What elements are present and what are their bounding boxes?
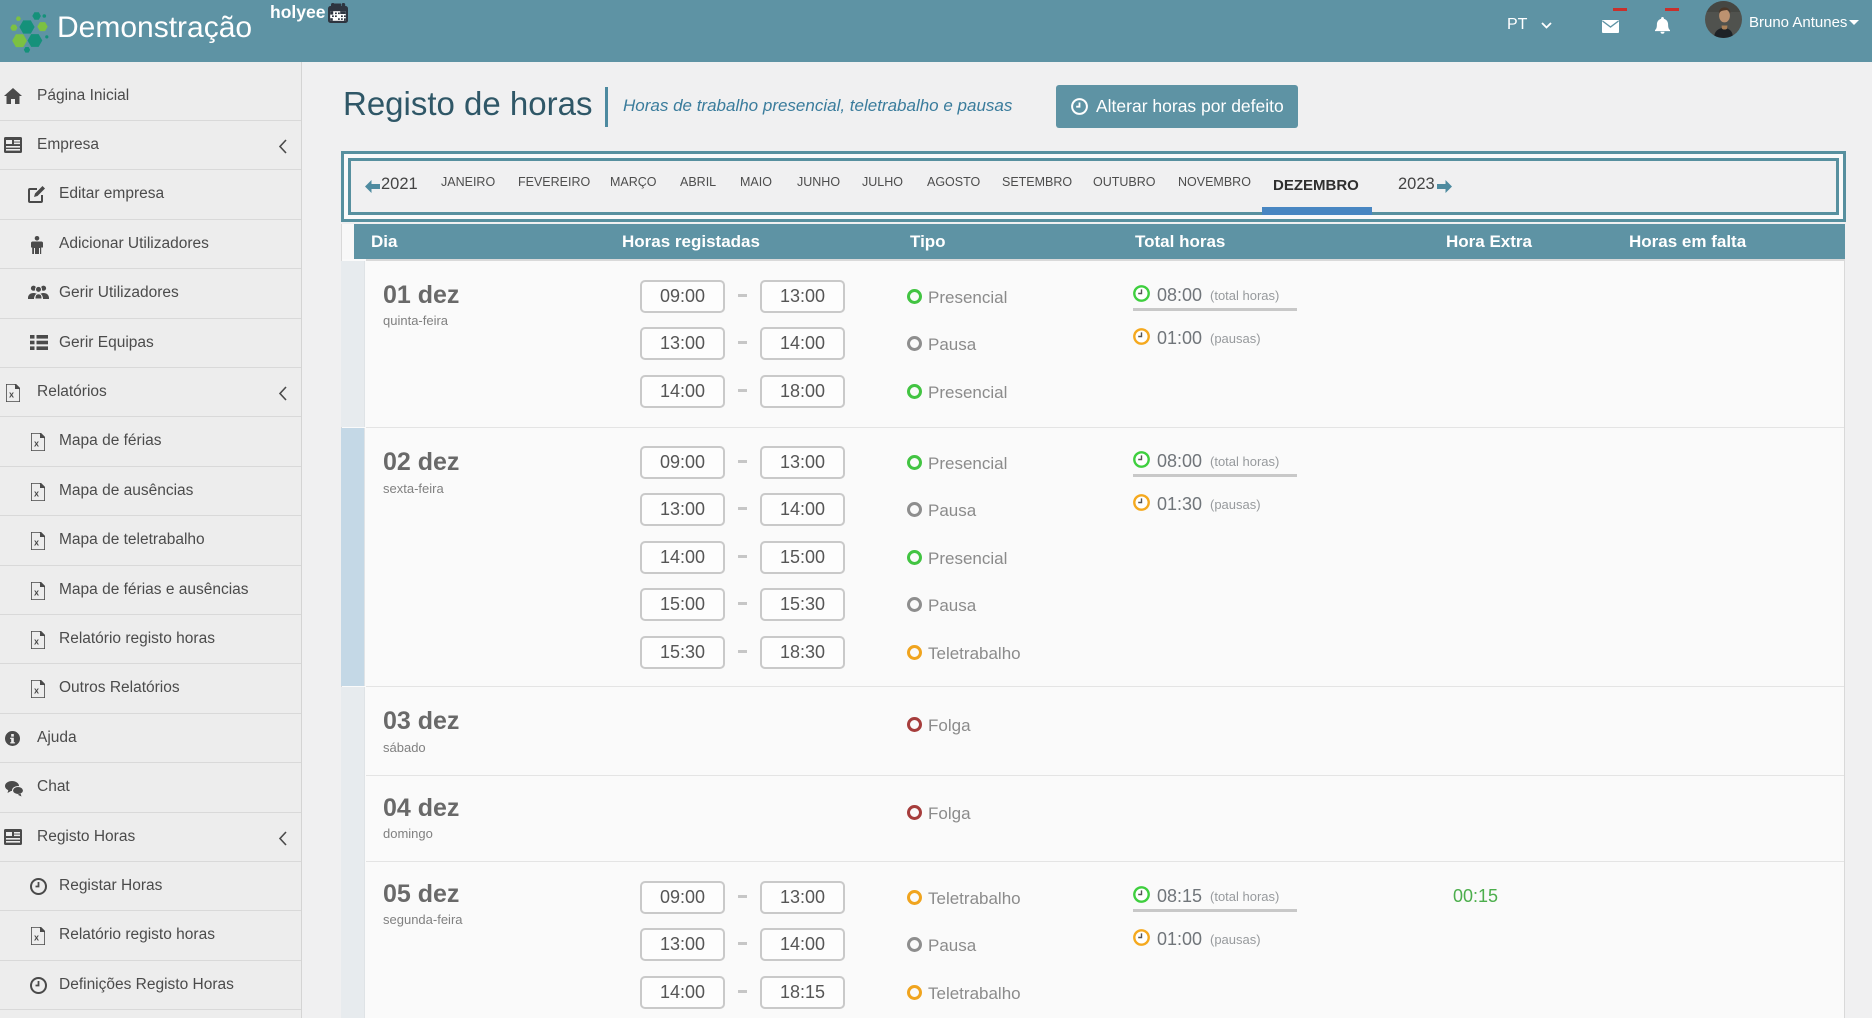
svg-text:x: x — [34, 587, 39, 597]
svg-text:x: x — [34, 538, 39, 548]
svg-text:x: x — [34, 686, 39, 696]
svg-text:x: x — [34, 933, 39, 943]
svg-text:x: x — [34, 439, 39, 449]
svg-text:x: x — [9, 390, 14, 400]
svg-text:x: x — [34, 637, 39, 647]
svg-text:x: x — [34, 488, 39, 498]
